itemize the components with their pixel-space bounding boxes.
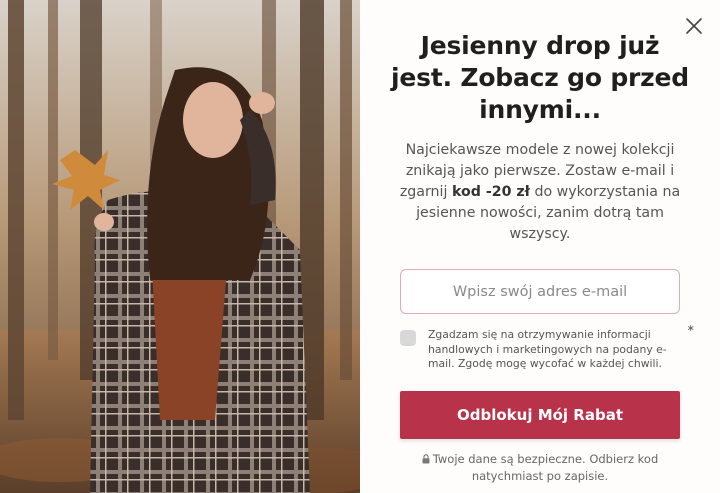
close-button[interactable] xyxy=(682,14,706,38)
consent-checkbox[interactable] xyxy=(400,330,416,346)
security-note-text: Twoje dane są bezpieczne. Odbierz kod na… xyxy=(432,451,659,483)
hero-image xyxy=(0,0,360,493)
popup-headline: Jesienny drop już jest. Zobacz go przed … xyxy=(391,31,689,124)
required-marker: * xyxy=(687,324,695,339)
lock-icon xyxy=(422,453,430,463)
newsletter-popup: Jesienny drop już jest. Zobacz go przed … xyxy=(0,0,720,493)
marketing-consent: Zgadzam się na otrzymywanie informacji h… xyxy=(400,324,696,372)
close-icon xyxy=(686,18,702,34)
email-field[interactable] xyxy=(400,269,680,314)
popup-description: Najciekawsze modele z nowej kolekcji zni… xyxy=(384,140,696,245)
consent-label: Zgadzam się na otrzymywanie informacji h… xyxy=(428,328,667,370)
security-note: Twoje dane są bezpieczne. Odbierz kod na… xyxy=(390,451,690,485)
popup-content: Jesienny drop już jest. Zobacz go przed … xyxy=(360,0,720,493)
unlock-discount-button[interactable]: Odblokuj Mój Rabat xyxy=(400,390,680,439)
discount-code-highlight: kod -20 zł xyxy=(451,184,530,200)
